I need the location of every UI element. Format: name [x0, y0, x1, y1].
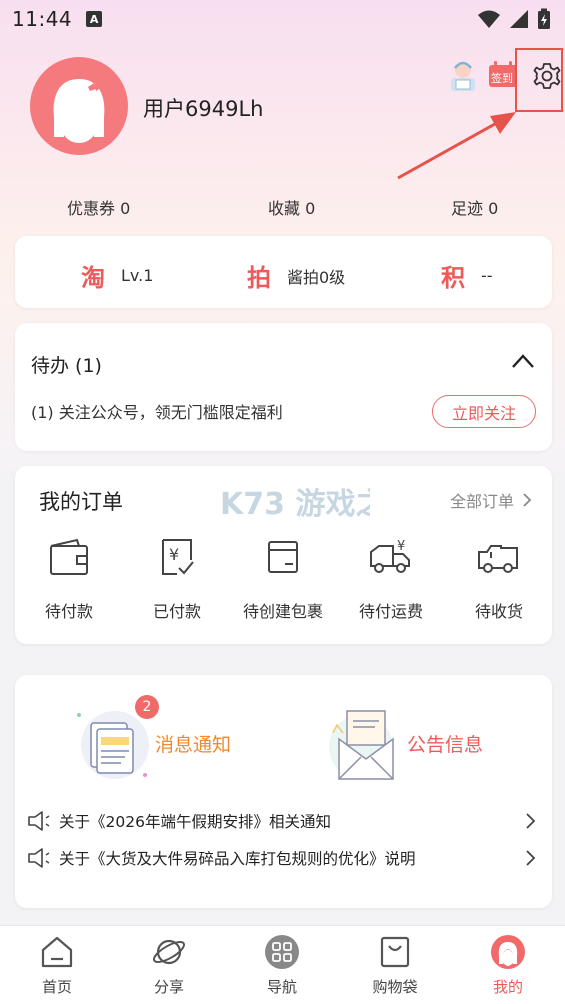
- follow-now-button[interactable]: 立即关注: [432, 395, 536, 428]
- level-text: --: [481, 266, 493, 285]
- level-jiangpai[interactable]: 拍 酱拍0级: [247, 258, 345, 293]
- order-paid[interactable]: ¥ 已付款: [123, 538, 231, 622]
- svg-text:¥: ¥: [397, 539, 405, 554]
- nav-label: 购物袋: [372, 978, 418, 996]
- chevron-up-icon[interactable]: [510, 351, 536, 371]
- stat-footprints[interactable]: 足迹 0: [451, 195, 498, 219]
- shopping-bag-icon: [380, 936, 410, 968]
- announcements-entry[interactable]: 公告信息: [325, 703, 483, 783]
- notice-row[interactable]: 关于《2026年端午假期安排》相关通知: [27, 808, 540, 834]
- package-icon: [268, 541, 298, 573]
- nav-home[interactable]: 首页: [7, 934, 107, 997]
- chevron-right-icon: [526, 813, 536, 829]
- nav-shopping-bag[interactable]: 购物袋: [345, 934, 445, 997]
- stats-row: 优惠券 0 收藏 0 足迹 0: [0, 195, 565, 219]
- checkin-label: 签到: [491, 72, 513, 85]
- level-text: 酱拍0级: [287, 267, 346, 287]
- level-glyph: 淘: [81, 263, 105, 292]
- paid-receipt-icon: ¥: [162, 539, 194, 575]
- level-glyph: 拍: [247, 263, 271, 292]
- status-bar: 11:44 A: [0, 0, 565, 38]
- svg-text:K73 游戏之家 .com: K73 游戏之家 .com: [220, 487, 370, 522]
- orders-card: 我的订单 K73 游戏之家 .com 全部订单 待付款 ¥ 已付款 待创建包裹: [15, 466, 552, 644]
- profile-icon: [491, 935, 525, 969]
- order-pending-receipt[interactable]: 待收货: [445, 538, 553, 622]
- order-label: 待创建包裹: [242, 602, 323, 621]
- customer-service-icon[interactable]: [447, 58, 479, 92]
- stat-label: 足迹: [451, 199, 484, 218]
- level-taobao[interactable]: 淘 Lv.1: [81, 258, 153, 293]
- shipping-fee-icon: ¥: [370, 539, 410, 573]
- order-label: 已付款: [152, 602, 201, 621]
- status-icons: [477, 8, 551, 30]
- planet-icon: [152, 939, 186, 965]
- wallet-icon: [50, 538, 88, 575]
- site-watermark: K73 游戏之家 .com: [220, 487, 370, 522]
- orders-title: 我的订单: [39, 490, 123, 514]
- announcement-label: 公告信息: [407, 733, 484, 756]
- username[interactable]: 用户6949Lh: [143, 93, 263, 123]
- notification-letter-icon: A: [86, 11, 103, 27]
- order-label: 待付运费: [358, 602, 423, 621]
- level-glyph: 积: [441, 263, 465, 292]
- bottom-navigation: 首页 分享 导航 购物袋 我的: [0, 925, 565, 1004]
- chevron-right-icon: [526, 850, 536, 866]
- nav-label: 分享: [153, 978, 184, 996]
- stat-favorites[interactable]: 收藏 0: [268, 195, 315, 219]
- announcement-illustration: [325, 703, 405, 783]
- notice-text: 关于《2026年端午假期安排》相关通知: [59, 813, 331, 831]
- level-text: Lv.1: [121, 266, 154, 285]
- stat-value: 0: [488, 199, 499, 218]
- stat-label: 优惠券: [67, 199, 116, 218]
- todo-card: 待办 (1) (1) 关注公众号，领无门槛限定福利 立即关注: [15, 323, 552, 451]
- stat-coupons[interactable]: 优惠券 0: [67, 195, 130, 219]
- settings-highlight-box: [515, 48, 563, 112]
- level-points[interactable]: 积 --: [441, 258, 493, 293]
- messages-card: 2 消息通知 公告信息 关于《2026年端午假期安排》相关通知 关于《大货及大件…: [15, 675, 552, 908]
- notice-text: 关于《大货及大件易碎品入库打包规则的优化》说明: [59, 850, 416, 868]
- notification-badge: 2: [135, 695, 159, 719]
- levels-card: 淘 Lv.1 拍 酱拍0级 积 --: [15, 236, 552, 308]
- delivery-truck-icon: [478, 545, 518, 573]
- nav-share[interactable]: 分享: [119, 934, 219, 997]
- order-label: 待付款: [44, 602, 93, 621]
- nav-label: 首页: [41, 978, 72, 996]
- todo-item: (1) 关注公众号，领无门槛限定福利: [31, 403, 283, 422]
- pointer-arrow: [397, 112, 516, 180]
- nav-navigation[interactable]: 导航: [232, 934, 332, 997]
- message-notifications-entry[interactable]: 2 消息通知: [73, 695, 232, 783]
- all-orders-label: 全部订单: [449, 492, 514, 511]
- speaker-icon: [28, 811, 50, 831]
- order-create-package[interactable]: 待创建包裹: [229, 538, 337, 622]
- svg-text:¥: ¥: [169, 545, 179, 564]
- message-illustration: 2: [73, 695, 159, 783]
- order-pending-payment[interactable]: 待付款: [15, 538, 123, 622]
- home-icon: [41, 936, 73, 968]
- todo-title: 待办 (1): [31, 355, 102, 377]
- envelope-icon: [329, 710, 394, 780]
- signal-icon: [510, 10, 528, 28]
- avatar-girl-icon: [53, 79, 105, 143]
- avatar[interactable]: [30, 57, 128, 155]
- all-orders-link[interactable]: 全部订单: [450, 488, 532, 512]
- stat-label: 收藏: [268, 199, 301, 218]
- speaker-icon: [28, 848, 50, 868]
- notice-row[interactable]: 关于《大货及大件易碎品入库打包规则的优化》说明: [27, 845, 540, 871]
- battery-icon: [538, 8, 550, 29]
- stat-value: 0: [305, 199, 316, 218]
- stat-value: 0: [120, 199, 131, 218]
- chevron-right-icon: [523, 493, 532, 507]
- status-time: 11:44: [12, 7, 73, 31]
- order-pending-shipping-fee[interactable]: ¥ 待付运费: [337, 538, 445, 622]
- wifi-icon: [478, 10, 500, 28]
- checkin-calendar-icon[interactable]: 签到: [488, 60, 518, 88]
- notification-label: 消息通知: [155, 733, 232, 756]
- nav-label: 我的: [492, 978, 523, 996]
- nav-mine[interactable]: 我的: [458, 934, 558, 997]
- order-label: 待收货: [474, 602, 523, 621]
- nav-label: 导航: [266, 978, 297, 996]
- grid-icon: [265, 935, 299, 969]
